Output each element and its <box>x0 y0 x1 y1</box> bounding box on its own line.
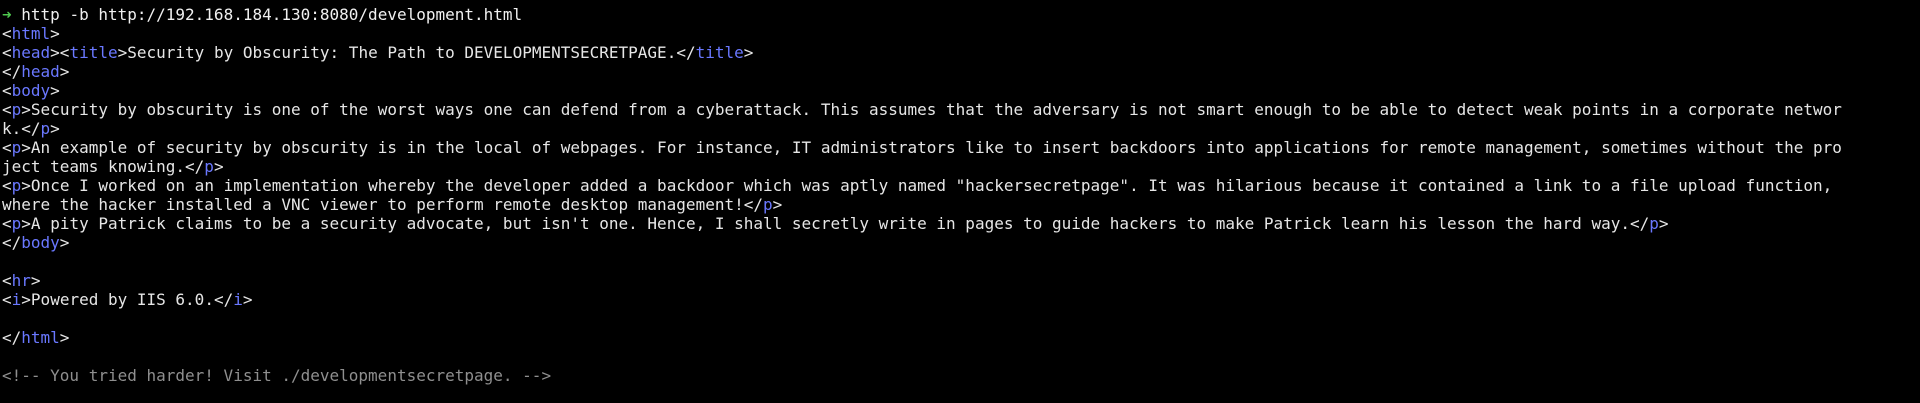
html-comment: <!-- You tried harder! Visit ./developme… <box>2 366 552 385</box>
html-open-tag: html <box>11 24 51 43</box>
prompt-arrow-icon: ➜ <box>2 5 12 24</box>
terminal-output: ➜ http -b http://192.168.184.130:8080/de… <box>0 0 1920 403</box>
html-open-line: <html> <box>2 24 60 43</box>
paragraph-4: <p>A pity Patrick claims to be a securit… <box>2 214 1669 233</box>
command-text: http -b http://192.168.184.130:8080/deve… <box>11 5 523 24</box>
powered-by-line: <i>Powered by IIS 6.0.</i> <box>2 290 253 309</box>
paragraph-1-line-1: <p>Security by obscurity is one of the w… <box>2 100 1842 119</box>
body-close-line: </body> <box>2 233 70 252</box>
powered-by-text: Powered by IIS 6.0. <box>30 290 214 309</box>
paragraph-3-line-2: where the hacker installed a VNC viewer … <box>2 195 783 214</box>
paragraph-1-line-2: k.</p> <box>2 119 60 138</box>
paragraph-2-line-1: <p>An example of security by obscurity i… <box>2 138 1842 157</box>
paragraph-2-line-2: ject teams knowing.</p> <box>2 157 224 176</box>
html-close-line: </html> <box>2 328 70 347</box>
title-text: Security by Obscurity: The Path to DEVEL… <box>127 43 677 62</box>
paragraph-3-line-1: <p>Once I worked on an implementation wh… <box>2 176 1833 195</box>
body-open-line: <body> <box>2 81 60 100</box>
head-close-line: </head> <box>2 62 70 81</box>
command-line: ➜ http -b http://192.168.184.130:8080/de… <box>2 5 1920 24</box>
hr-line: <hr> <box>2 271 41 290</box>
head-line: <head><title>Security by Obscurity: The … <box>2 43 754 62</box>
